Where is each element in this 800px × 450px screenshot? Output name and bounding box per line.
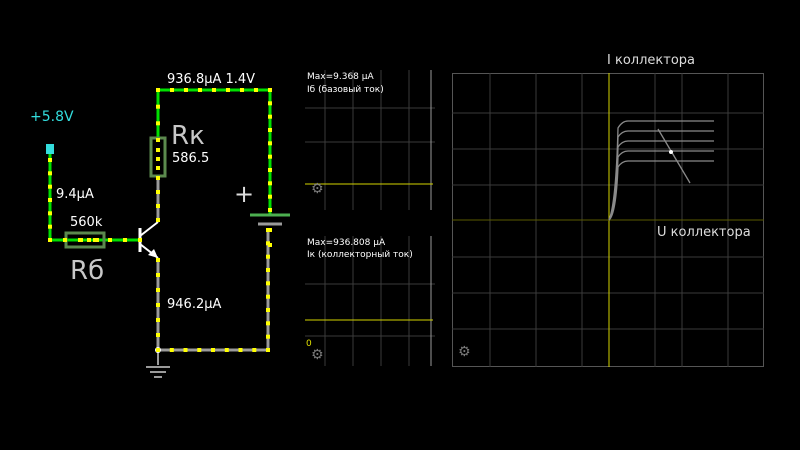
current-dot: [156, 88, 160, 92]
circuit-schematic[interactable]: [0, 0, 440, 450]
collector-current-voltage-label: 936.8µA 1.4V: [167, 72, 256, 87]
current-dot: [268, 194, 272, 199]
battery-symbol[interactable]: [250, 213, 290, 226]
current-dot: [266, 308, 270, 312]
current-dot: [156, 157, 160, 161]
current-dot: [156, 176, 160, 180]
current-dot: [95, 238, 99, 242]
current-dot: [79, 238, 83, 242]
current-dot: [184, 88, 188, 92]
rb-name-label: Rб: [70, 256, 105, 286]
current-dot: [183, 348, 188, 352]
current-dot: [156, 218, 160, 222]
current-dot: [266, 254, 270, 259]
current-dot: [156, 121, 160, 126]
load-line: [657, 128, 691, 184]
current-dot: [170, 88, 174, 92]
current-dot: [268, 168, 272, 172]
current-dot: [48, 224, 52, 229]
current-dot: [268, 88, 272, 92]
npn-transistor[interactable]: [138, 221, 159, 259]
current-dot: [156, 138, 160, 142]
current-dot: [108, 238, 112, 242]
current-dot: [48, 171, 52, 176]
current-dot: [211, 348, 215, 352]
current-dot: [63, 238, 67, 242]
current-dot: [198, 88, 202, 92]
current-dot: [266, 268, 270, 272]
current-dot: [48, 211, 52, 216]
ground-symbol[interactable]: [146, 366, 170, 378]
current-dot: [268, 181, 272, 186]
current-dot: [156, 288, 160, 292]
gear-icon[interactable]: ⚙: [311, 348, 324, 362]
current-dot: [156, 148, 160, 152]
base-current-scope[interactable]: Max=9.368 µA Iб (базовый ток) ⚙: [305, 70, 435, 210]
base-scope-trace-label: Iб (базовый ток): [307, 85, 384, 95]
rk-value-label: 586.5: [172, 151, 210, 166]
output-characteristic-plot[interactable]: ⚙: [452, 73, 764, 367]
current-dot: [156, 104, 160, 109]
current-dot: [156, 166, 160, 170]
current-dot: [212, 88, 216, 92]
current-dot: [156, 318, 160, 322]
current-dot: [268, 128, 272, 132]
current-dot: [240, 88, 244, 92]
current-dot: [268, 228, 272, 232]
current-dot: [268, 101, 272, 106]
current-dot: [268, 141, 272, 146]
current-dot: [266, 281, 270, 286]
current-dot: [156, 333, 160, 337]
current-dot: [48, 238, 52, 242]
base-scope-max-label: Max=9.368 µA: [307, 72, 374, 82]
rk-name-label: Rк: [171, 121, 205, 151]
current-dot: [268, 243, 272, 247]
current-dot: [197, 348, 202, 352]
current-dot: [224, 348, 229, 352]
current-dot: [156, 303, 160, 307]
current-dot: [156, 348, 160, 352]
operating-point: [669, 150, 673, 154]
current-dot: [266, 321, 270, 326]
collector-scope-max-label: Max=936.808 µA: [307, 238, 386, 248]
gear-icon[interactable]: ⚙: [458, 345, 471, 359]
plot-x-label: U коллектора: [657, 225, 751, 240]
current-dot: [268, 114, 272, 119]
current-dot: [266, 348, 270, 352]
plot-y-label: I коллектора: [607, 53, 695, 68]
current-dot: [87, 238, 91, 242]
collector-current-scope[interactable]: Max=936.808 µA Iк (коллекторный ток) 0 ⚙: [305, 236, 435, 366]
current-dot: [238, 348, 243, 352]
current-dot: [226, 88, 230, 92]
current-dot: [169, 348, 174, 352]
current-dot: [123, 238, 127, 242]
current-dot: [156, 190, 160, 194]
current-dot: [156, 258, 160, 262]
battery-plus-sign: +: [234, 180, 255, 208]
rb-value-label: 560k: [70, 215, 103, 230]
base-current-label: 9.4µA: [56, 187, 94, 202]
current-dot: [156, 204, 160, 208]
current-dot: [48, 184, 52, 189]
current-dot: [156, 273, 160, 277]
collector-scope-trace-label: Iк (коллекторный ток): [307, 250, 413, 260]
emitter-current-label: 946.2µA: [167, 297, 222, 312]
current-dot: [48, 158, 52, 162]
current-dot: [48, 198, 52, 202]
current-dot: [268, 208, 272, 212]
source-voltage-label: +5.8V: [30, 109, 74, 125]
current-dot: [254, 88, 258, 92]
current-dot: [266, 334, 270, 339]
current-dot: [266, 294, 270, 299]
characteristic-curves: [452, 73, 764, 367]
gear-icon[interactable]: ⚙: [311, 182, 324, 196]
current-dot: [252, 348, 257, 352]
voltage-source-terminal[interactable]: [46, 144, 54, 154]
current-dot: [268, 154, 272, 159]
current-dot: [138, 238, 142, 242]
